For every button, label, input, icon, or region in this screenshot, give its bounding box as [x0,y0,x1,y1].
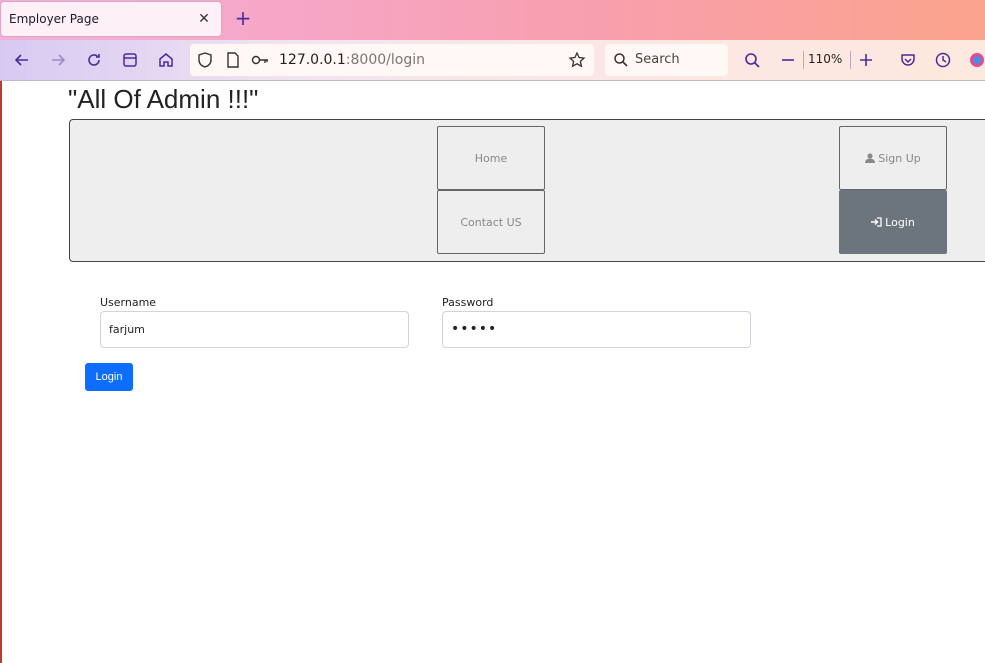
divider [850,51,851,69]
url-path: :8000/login [345,52,425,68]
browser-tab[interactable]: Employer Page ✕ [0,1,222,37]
tab-title: Employer Page [9,12,99,26]
sidebar-icon[interactable] [119,49,141,71]
menu-item-signup[interactable]: Sign Up [839,126,947,190]
login-icon [871,217,882,227]
menu-signup-label: Sign Up [878,151,921,165]
menu-item-contact[interactable]: Contact US [437,190,545,254]
zoom-out-icon[interactable] [777,49,799,71]
url-bar[interactable]: 127.0.0.1:8000/login [190,44,594,76]
new-tab-icon[interactable]: + [232,8,254,30]
tab-close-icon[interactable]: ✕ [195,10,213,28]
page-icon [225,51,241,73]
url-host: 127.0.0.1 [279,52,346,68]
user-icon [865,153,876,163]
zoom-level[interactable]: 110% [808,52,842,66]
bookmark-star-icon[interactable] [568,51,586,73]
history-icon[interactable] [932,49,954,71]
page-content: "All Of Admin !!!" Home Contact US Sign … [0,81,985,663]
forward-icon[interactable] [47,49,69,71]
menu-login-label: Login [885,215,915,229]
account-icon[interactable] [966,49,985,71]
key-icon[interactable] [251,52,269,72]
search-box[interactable]: Search [605,44,728,76]
menu-item-login[interactable]: Login [839,190,947,254]
menu-home-label: Home [474,151,508,165]
find-icon[interactable] [741,49,763,71]
password-label: Password [442,296,494,309]
username-field[interactable]: farjum [100,311,409,348]
pocket-icon[interactable] [897,49,919,71]
reload-icon[interactable] [83,49,105,71]
search-icon [613,52,629,72]
browser-toolbar: 127.0.0.1:8000/login Search 110% [0,40,985,81]
search-placeholder: Search [635,52,680,67]
username-label: Username [100,296,157,309]
shield-icon[interactable] [196,51,214,73]
home-icon[interactable] [155,49,177,71]
back-icon[interactable] [11,49,33,71]
divider [803,51,804,69]
tab-bar: Employer Page ✕ + [0,0,985,40]
page-title: "All Of Admin !!!" [68,84,259,114]
zoom-in-icon[interactable] [855,49,877,71]
nav-menu: Home Contact US Sign Up Login [69,119,985,262]
menu-item-home[interactable]: Home [437,126,545,190]
password-field[interactable]: ••••• [442,311,751,348]
menu-contact-label: Contact US [460,215,522,229]
login-button[interactable]: Login [85,363,133,391]
url-text[interactable]: 127.0.0.1:8000/login [279,52,425,68]
